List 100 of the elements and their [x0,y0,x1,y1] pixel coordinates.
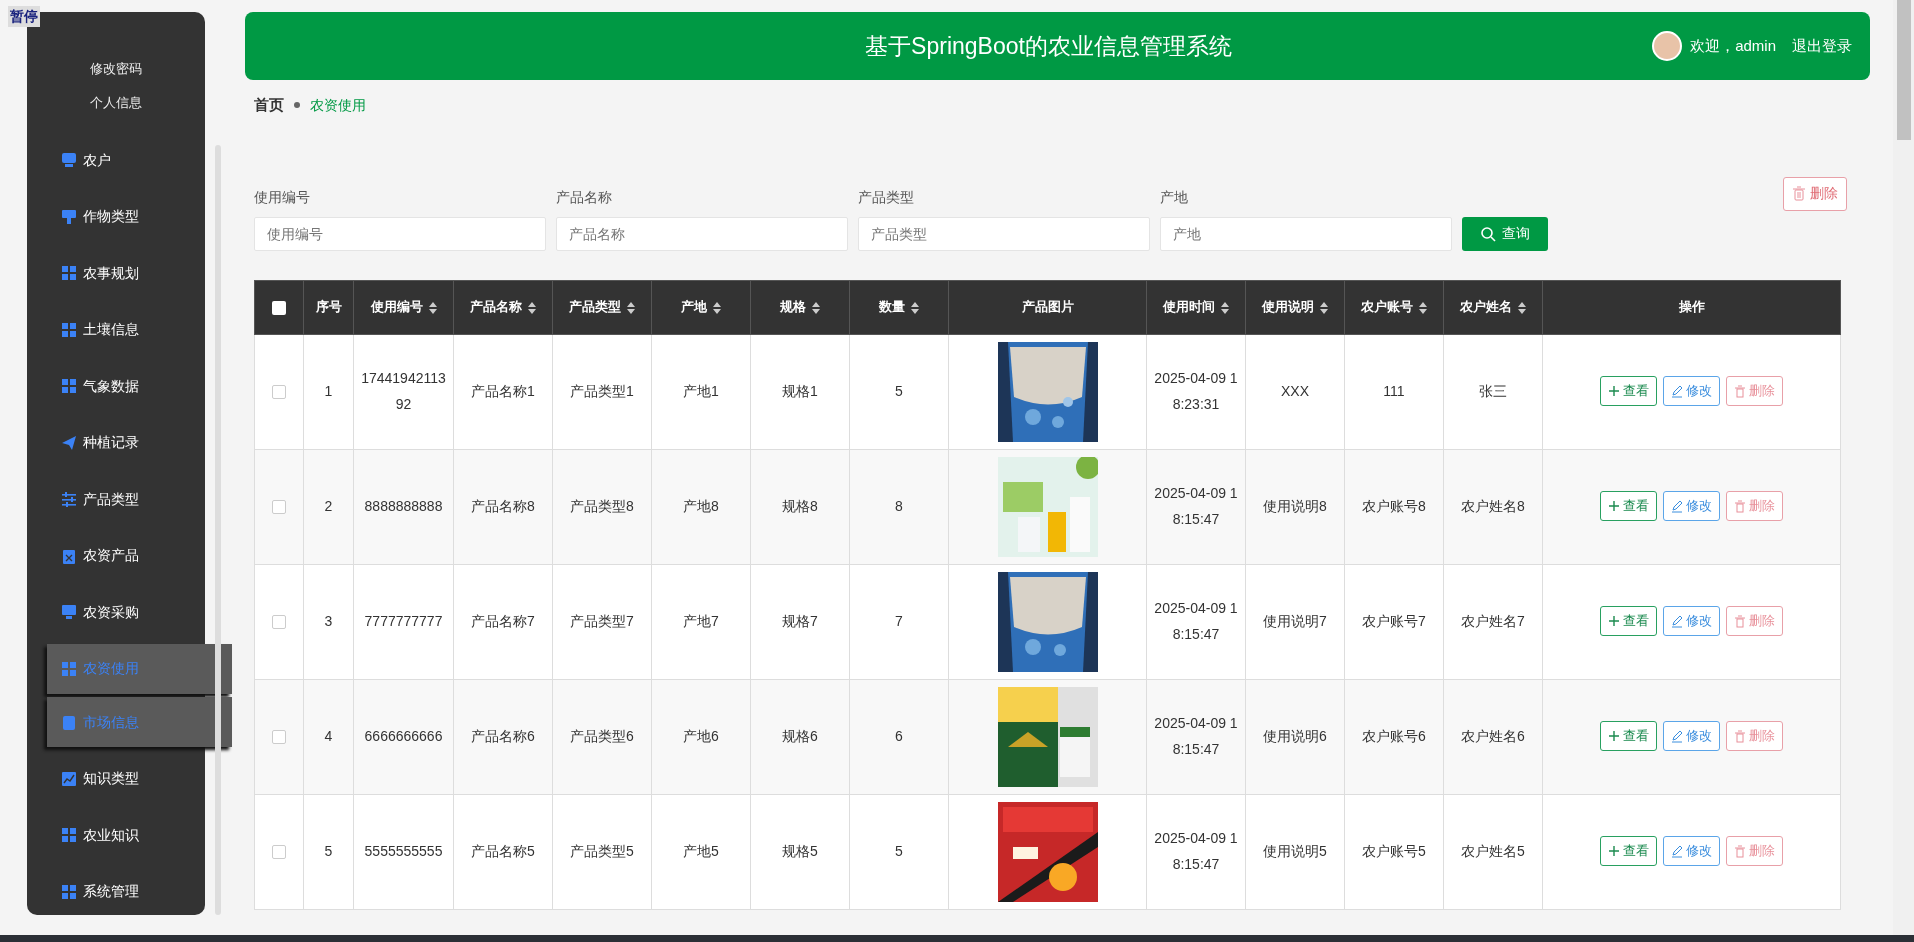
sidebar-link[interactable]: 个人信息 [27,86,205,120]
sidebar-menu-item[interactable]: 土壤信息 [27,301,205,358]
select-all-checkbox[interactable] [272,300,286,315]
view-button[interactable]: 查看 [1600,491,1657,522]
input-field[interactable]: 使用编号 [254,216,546,251]
input-field[interactable]: 产品名称 [556,216,848,251]
table-cell: 产地7 [683,612,719,629]
edit-button[interactable]: 修改 [1663,606,1720,637]
table-cell: 2025-04-09 1 8:23:31 [1154,369,1238,412]
scrollbar-thumb[interactable] [1897,0,1911,140]
row-checkbox[interactable] [272,729,286,744]
pencil-icon [1671,614,1683,628]
table-cell: 6 [895,727,903,744]
breadcrumb-item: 农资使用 [310,95,366,115]
overlay-label: 暂停 [8,6,40,27]
table-cell: 使用说明7 [1263,612,1327,629]
table-cell: 2025-04-09 1 8:15:47 [1154,714,1238,757]
table-cell: 产品类型7 [570,612,634,629]
table-cell: 2025-04-09 1 8:15:47 [1154,484,1238,527]
column-header[interactable]: 使用说明 [1245,280,1345,334]
table-cell: 农户账号8 [1362,497,1426,514]
column-header[interactable]: 农户姓名 [1443,280,1543,334]
column-header: 产品图片 [948,280,1147,334]
view-button[interactable]: 查看 [1600,606,1657,637]
table-cell: 农户姓名6 [1461,727,1525,744]
table-cell: 产品类型1 [570,382,634,399]
scrollbar[interactable] [215,145,221,915]
column-header[interactable]: 产品名称 [453,280,553,334]
column-header[interactable]: 数量 [849,280,949,334]
table-cell: 17441942113 92 [361,369,446,412]
plus-icon [1608,614,1620,628]
table-cell: 使用说明6 [1263,727,1327,744]
field-label: 产品类型 [858,187,915,207]
row-checkbox[interactable] [272,844,286,859]
view-button[interactable]: 查看 [1600,836,1657,867]
edit-button[interactable]: 修改 [1663,836,1720,867]
sidebar-menu-item[interactable]: 农资产品 [27,527,205,584]
table-cell: 使用说明5 [1263,842,1327,859]
sidebar-menu-item[interactable]: 系统管理 [27,863,205,920]
pencil-icon [1671,844,1683,858]
table-cell: 1 [324,382,333,399]
table-cell: 2025-04-09 1 8:15:47 [1154,829,1238,872]
search-button[interactable]: 查询 [1462,216,1548,251]
view-button[interactable]: 查看 [1600,376,1657,407]
table-cell: 产品类型6 [570,727,634,744]
edit-button[interactable]: 修改 [1663,721,1720,752]
edit-button[interactable]: 修改 [1663,491,1720,522]
column-header[interactable]: 使用编号 [353,280,454,334]
row-checkbox[interactable] [272,614,286,629]
column-header[interactable]: 使用时间 [1146,280,1246,334]
table-cell: 产品名称1 [471,382,535,399]
table-cell: 7 [895,612,903,629]
trash-icon [1734,614,1746,628]
sidebar-menu-item[interactable]: 产品类型 [27,471,205,528]
sidebar-menu-item[interactable]: 知识类型 [27,750,205,807]
trash-icon [1734,499,1746,513]
table-cell: 规格6 [782,727,818,744]
pencil-icon [1671,384,1683,398]
table-cell: 8888888888 [364,497,443,514]
breadcrumb-item[interactable]: 首页 [254,94,284,117]
table-cell: 规格8 [782,497,818,514]
row-checkbox[interactable] [272,384,286,399]
table-cell: 2 [324,497,333,514]
view-button[interactable]: 查看 [1600,721,1657,752]
pencil-icon [1671,499,1683,513]
trash-icon [1734,729,1746,743]
table-cell: 产品名称6 [471,727,535,744]
column-header[interactable]: 农户账号 [1344,280,1444,334]
sidebar-link[interactable]: 修改密码 [27,52,205,86]
sidebar-menu-item[interactable]: 气象数据 [27,358,205,415]
sidebar-menu-item[interactable]: 农业知识 [27,807,205,864]
input-field[interactable]: 产品类型 [858,216,1150,251]
row-checkbox[interactable] [272,499,286,514]
table-cell: 产地5 [683,842,719,859]
table-cell: 使用说明8 [1263,497,1327,514]
table-cell: 农户姓名5 [1461,842,1525,859]
table-cell: 规格7 [782,612,818,629]
scrollbar[interactable] [1893,0,1914,935]
sidebar-menu-item[interactable]: 农事规划 [27,245,205,302]
search-icon [1480,225,1496,242]
paper-plane-icon [61,434,77,451]
column-header[interactable]: 产品类型 [552,280,652,334]
input-field[interactable]: 产地 [1160,216,1452,251]
table-cell: 产品名称5 [471,842,535,859]
sliders-icon [61,491,77,508]
sidebar-menu-item[interactable]: 农资采购 [27,584,205,641]
logout-link[interactable]: 退出登录 [1792,34,1852,58]
column-header[interactable]: 规格 [750,280,850,334]
grid-icon [61,265,77,282]
sidebar-menu-item[interactable]: 种植记录 [27,414,205,471]
column-header[interactable]: 产地 [651,280,751,334]
plus-icon [1608,384,1620,398]
table-cell: 农户账号6 [1362,727,1426,744]
pencil-icon [1671,729,1683,743]
pin-icon [61,208,77,225]
table-cell: 农户姓名7 [1461,612,1525,629]
table-cell: 产地6 [683,727,719,744]
sidebar-menu-item[interactable]: 作物类型 [27,188,205,245]
edit-button[interactable]: 修改 [1663,376,1720,407]
sidebar-menu-item[interactable]: 农户 [27,132,205,189]
